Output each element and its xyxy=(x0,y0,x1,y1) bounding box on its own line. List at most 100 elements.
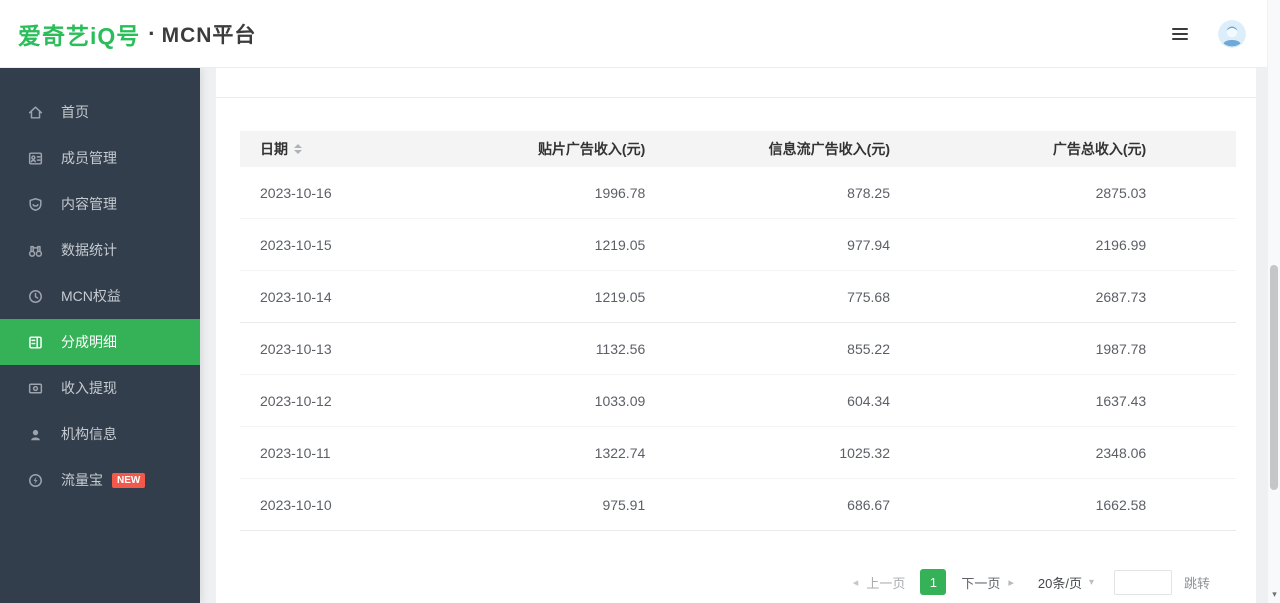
column-header-feed-ad-income: 信息流广告收入(元) xyxy=(645,139,890,159)
column-header-label: 贴片广告收入(元) xyxy=(538,141,645,157)
cell-date: 2023-10-10 xyxy=(260,497,432,513)
logo[interactable]: 爱奇艺iQ号 · MCN平台 xyxy=(18,17,256,51)
sidebar-item-mcn-rights[interactable]: MCN权益 xyxy=(0,273,200,319)
table-row: 2023-10-121033.09604.341637.43 xyxy=(240,375,1236,427)
cell-total-ad-income: 1987.78 xyxy=(890,341,1146,357)
sidebar-item-revenue-detail[interactable]: 分成明细 xyxy=(0,319,200,365)
prev-page-button[interactable]: 上一页 xyxy=(866,573,905,592)
cell-patch-ad-income: 1219.05 xyxy=(432,289,645,305)
sidebar-item-label: 首页 xyxy=(61,102,89,122)
cell-patch-ad-income: 1219.05 xyxy=(432,237,645,253)
pagination: ◂ 上一页 1 下一页 ▸ 20条/页 ▾ 跳转 xyxy=(240,569,1210,595)
table-row: 2023-10-111322.741025.322348.06 xyxy=(240,427,1236,479)
cell-patch-ad-income: 1033.09 xyxy=(432,393,645,409)
cell-date: 2023-10-15 xyxy=(260,237,432,253)
chevron-down-icon: ▾ xyxy=(1089,577,1094,588)
column-header-patch-ad-income: 贴片广告收入(元) xyxy=(432,139,645,159)
cell-date: 2023-10-14 xyxy=(260,289,432,305)
scrollbar[interactable]: ▾ xyxy=(1267,0,1280,603)
prev-arrow-icon[interactable]: ◂ xyxy=(853,576,859,589)
avatar[interactable] xyxy=(1218,20,1246,48)
clock-icon xyxy=(27,288,44,305)
cell-date: 2023-10-13 xyxy=(260,341,432,357)
sidebar-item-label: 机构信息 xyxy=(61,424,117,444)
cell-total-ad-income: 2196.99 xyxy=(890,237,1146,253)
column-header-label: 日期 xyxy=(260,139,288,159)
cell-patch-ad-income: 975.91 xyxy=(432,497,645,513)
cell-total-ad-income: 2348.06 xyxy=(890,445,1146,461)
cell-feed-ad-income: 1025.32 xyxy=(645,445,890,461)
sidebar-item-stats[interactable]: 数据统计 xyxy=(0,227,200,273)
table-header-row: 日期 贴片广告收入(元) 信息流广告收入(元) 广告总收入(元) xyxy=(240,131,1236,167)
logo-brand-text: 爱奇艺iQ号 xyxy=(18,17,140,51)
sidebar-item-org-info[interactable]: 机构信息 xyxy=(0,411,200,457)
home-icon xyxy=(27,104,44,121)
column-header-label: 信息流广告收入(元) xyxy=(769,141,890,157)
cell-feed-ad-income: 878.25 xyxy=(645,185,890,201)
current-page-button[interactable]: 1 xyxy=(920,569,946,595)
next-page-button[interactable]: 下一页 xyxy=(961,573,1000,592)
page-size-value: 20条/页 xyxy=(1038,573,1082,592)
sidebar-item-label: 分成明细 xyxy=(61,332,117,352)
sidebar-item-label: 数据统计 xyxy=(61,240,117,260)
top-header: 爱奇艺iQ号 · MCN平台 xyxy=(0,0,1280,68)
logo-product-text: MCN平台 xyxy=(162,19,257,49)
sidebar-item-label: 收入提现 xyxy=(61,378,117,398)
person-icon xyxy=(27,426,44,443)
cell-feed-ad-income: 686.67 xyxy=(645,497,890,513)
table-row: 2023-10-141219.05775.682687.73 xyxy=(240,271,1236,323)
sidebar-item-label: 成员管理 xyxy=(61,148,117,168)
page-size-select[interactable]: 20条/页 ▾ xyxy=(1038,573,1094,592)
sidebar-item-label: MCN权益 xyxy=(61,286,121,306)
cell-feed-ad-income: 775.68 xyxy=(645,289,890,305)
cell-patch-ad-income: 1996.78 xyxy=(432,185,645,201)
table-row: 2023-10-10975.91686.671662.58 xyxy=(240,479,1236,531)
scroll-down-icon[interactable]: ▾ xyxy=(1268,589,1280,600)
next-arrow-icon[interactable]: ▸ xyxy=(1008,576,1014,589)
cell-total-ad-income: 2687.73 xyxy=(890,289,1146,305)
new-badge: NEW xyxy=(112,473,145,488)
logo-separator: · xyxy=(148,21,155,47)
cell-date: 2023-10-12 xyxy=(260,393,432,409)
sidebar-item-members[interactable]: 成员管理 xyxy=(0,135,200,181)
cell-total-ad-income: 1637.43 xyxy=(890,393,1146,409)
main-area: 日期 贴片广告收入(元) 信息流广告收入(元) 广告总收入(元) 2023-10-16… xyxy=(200,68,1280,603)
scrollbar-thumb[interactable] xyxy=(1270,265,1278,490)
table-row: 2023-10-151219.05977.942196.99 xyxy=(240,219,1236,271)
cell-total-ad-income: 1662.58 xyxy=(890,497,1146,513)
sidebar-item-label: 流量宝 xyxy=(61,470,103,490)
sidebar-item-label: 内容管理 xyxy=(61,194,117,214)
revenue-icon xyxy=(27,334,44,351)
cell-feed-ad-income: 855.22 xyxy=(645,341,890,357)
user-avatar-icon xyxy=(1218,20,1246,48)
sidebar-item-home[interactable]: 首页 xyxy=(0,89,200,135)
column-header-total-ad-income: 广告总收入(元) xyxy=(890,139,1146,159)
sort-icon[interactable] xyxy=(294,144,302,154)
table-row: 2023-10-131132.56855.221987.78 xyxy=(240,323,1236,375)
breadcrumb-bar xyxy=(216,68,1256,98)
withdraw-icon xyxy=(27,380,44,397)
traffic-icon xyxy=(27,472,44,489)
cell-total-ad-income: 2875.03 xyxy=(890,185,1146,201)
members-icon xyxy=(27,150,44,167)
cell-patch-ad-income: 1322.74 xyxy=(432,445,645,461)
header-actions xyxy=(1172,20,1246,48)
content-icon xyxy=(27,196,44,213)
column-header-date[interactable]: 日期 xyxy=(260,139,432,159)
content-card: 日期 贴片广告收入(元) 信息流广告收入(元) 广告总收入(元) 2023-10-16… xyxy=(216,68,1256,603)
cell-feed-ad-income: 604.34 xyxy=(645,393,890,409)
cell-date: 2023-10-11 xyxy=(260,445,432,461)
column-header-label: 广告总收入(元) xyxy=(1053,141,1146,157)
sidebar-item-content[interactable]: 内容管理 xyxy=(0,181,200,227)
page-jump-input[interactable] xyxy=(1114,570,1172,595)
cell-feed-ad-income: 977.94 xyxy=(645,237,890,253)
stats-icon xyxy=(27,242,44,259)
cell-date: 2023-10-16 xyxy=(260,185,432,201)
revenue-table: 日期 贴片广告收入(元) 信息流广告收入(元) 广告总收入(元) 2023-10-16… xyxy=(216,98,1256,595)
sidebar-item-withdraw[interactable]: 收入提现 xyxy=(0,365,200,411)
table-row: 2023-10-161996.78878.252875.03 xyxy=(240,167,1236,219)
sidebar: 首页成员管理内容管理数据统计 MCN权益分成明细收入提现机构信息流量宝 NEW xyxy=(0,68,200,603)
jump-button[interactable]: 跳转 xyxy=(1184,573,1210,592)
hamburger-icon[interactable] xyxy=(1172,28,1188,40)
sidebar-item-traffic[interactable]: 流量宝 NEW xyxy=(0,457,200,503)
